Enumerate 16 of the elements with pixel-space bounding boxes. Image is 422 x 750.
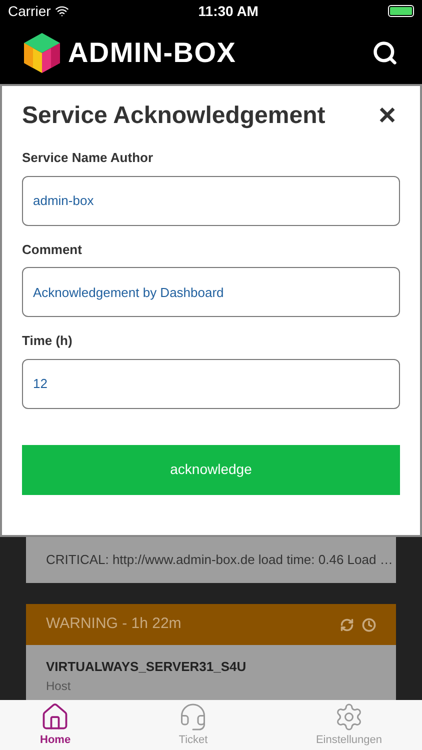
host-type: Host <box>46 678 72 694</box>
close-button[interactable]: × <box>378 101 400 131</box>
field-label: Time (h) <box>22 332 74 350</box>
field-label: Service Name Author <box>22 149 154 167</box>
brand-name: ADMIN-BOX <box>68 36 236 70</box>
carrier-label: Carrier <box>8 2 51 20</box>
input-field[interactable]: admin-box <box>22 176 400 226</box>
dialog-title: Service Acknowledgement <box>22 101 326 131</box>
field-label: Comment <box>22 240 83 258</box>
alert-status: WARNING - 1h 22m <box>46 614 182 634</box>
input-field[interactable]: Acknowledgement by Dashboard <box>22 267 400 317</box>
tab-button[interactable]: Home <box>40 700 71 750</box>
input-field[interactable]: 12 <box>22 358 400 408</box>
status-time: 11:30 AM <box>198 2 258 20</box>
host-name: VIRTUALWAYS_SERVER31_S4U <box>46 658 248 676</box>
alert-message: CRITICAL: http://www.admin-box.de load time: 0.46 Load … <box>46 551 393 570</box>
